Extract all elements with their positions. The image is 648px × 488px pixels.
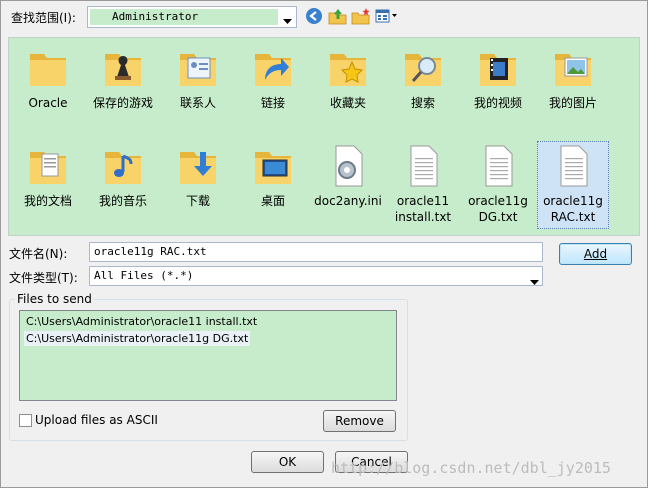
file-item[interactable]: 我的文档 [12, 142, 84, 209]
file-item-label: 我的图片 [548, 96, 597, 110]
file-item[interactable]: 我的图片 [537, 44, 609, 111]
file-item-label: 收藏夹 [329, 96, 366, 110]
filename-input[interactable]: oracle11g RAC.txt [89, 242, 543, 262]
file-item-label: 桌面 [260, 194, 285, 208]
filename-label: 文件名(N): [9, 247, 68, 261]
file-item-label: doc2any.ini [314, 194, 382, 208]
searches-folder-icon [405, 54, 441, 86]
file-item[interactable]: Oracle [12, 44, 84, 111]
up-folder-icon[interactable] [328, 7, 348, 27]
links-folder-icon [255, 54, 291, 86]
file-item[interactable]: 链接 [237, 44, 309, 111]
filetype-value: All Files (*.*) [94, 269, 194, 282]
file-item-label: 链接 [260, 96, 285, 110]
ok-button[interactable]: OK [251, 451, 324, 473]
desktop-folder-icon [255, 152, 291, 184]
file-item[interactable]: 收藏夹 [312, 44, 384, 111]
file-item-selected[interactable]: oracle11g RAC.txt [537, 141, 609, 229]
file-item[interactable]: 我的视频 [462, 44, 534, 111]
documents-folder-icon [30, 152, 66, 184]
list-item[interactable]: C:\Users\Administrator\oracle11 install.… [24, 314, 259, 329]
file-item[interactable]: 桌面 [237, 142, 309, 209]
file-item[interactable]: 下载 [162, 142, 234, 209]
file-item-label: oracle11g DG.txt [468, 194, 528, 224]
ascii-checkbox[interactable] [19, 414, 32, 427]
music-folder-icon [105, 152, 141, 184]
filetype-label: 文件类型(T): [9, 271, 78, 285]
add-button-label: Add [583, 247, 608, 261]
saved-games-folder-icon [105, 54, 141, 86]
settings-file-icon [335, 145, 363, 187]
back-icon[interactable] [305, 7, 325, 27]
filename-value: oracle11g RAC.txt [94, 245, 207, 258]
downloads-folder-icon [180, 152, 216, 184]
view-menu-icon[interactable] [375, 7, 397, 27]
files-to-send-list[interactable]: C:\Users\Administrator\oracle11 install.… [19, 310, 397, 401]
remove-button-label: Remove [335, 414, 384, 428]
text-file-icon [485, 145, 513, 187]
open-file-dialog: 查找范围(I): Administrator Oracle 保存的游戏 联系人 … [0, 0, 648, 488]
file-item-label: 搜索 [410, 96, 435, 110]
file-item[interactable]: oracle11 install.txt [387, 142, 459, 225]
videos-folder-icon [480, 54, 516, 86]
add-button[interactable]: Add [559, 243, 632, 265]
contacts-folder-icon [180, 54, 216, 86]
file-item[interactable]: doc2any.ini [312, 142, 384, 209]
chevron-down-icon[interactable] [530, 274, 539, 285]
new-folder-icon[interactable] [351, 7, 371, 27]
text-file-icon [560, 145, 588, 187]
file-item-label: 下载 [185, 194, 210, 208]
look-in-combo[interactable]: Administrator [87, 6, 297, 28]
remove-button[interactable]: Remove [323, 410, 396, 432]
files-to-send-title: Files to send [15, 292, 94, 306]
look-in-label: 查找范围(I): [11, 11, 76, 25]
filetype-select[interactable]: All Files (*.*) [89, 266, 543, 286]
file-item[interactable]: 搜索 [387, 44, 459, 111]
file-item-label: 我的视频 [473, 96, 522, 110]
ok-button-label: OK [278, 455, 297, 469]
file-list-pane[interactable]: Oracle 保存的游戏 联系人 链接 收藏夹 搜索 我的视频 我的图片 我的文… [8, 37, 640, 236]
look-in-value: Administrator [90, 9, 278, 25]
file-item-label: 联系人 [179, 96, 216, 110]
file-item-label: 保存的游戏 [92, 96, 153, 110]
list-item[interactable]: C:\Users\Administrator\oracle11g DG.txt [24, 331, 251, 346]
text-file-icon [410, 145, 438, 187]
favorites-folder-icon [330, 54, 366, 86]
file-item[interactable]: 保存的游戏 [87, 44, 159, 111]
watermark: http://blog.csdn.net/dbl_jy2015 [331, 459, 611, 477]
file-item-label: oracle11 install.txt [394, 194, 452, 224]
file-item[interactable]: oracle11g DG.txt [462, 142, 534, 225]
chevron-down-icon[interactable] [283, 14, 292, 28]
file-item-label: 我的音乐 [98, 194, 147, 208]
pictures-folder-icon [555, 54, 591, 86]
file-item-label: oracle11g RAC.txt [543, 194, 603, 224]
file-item[interactable]: 联系人 [162, 44, 234, 111]
folder-icon [30, 54, 66, 86]
ascii-checkbox-label: Upload files as ASCII [35, 413, 158, 427]
file-item-label: 我的文档 [23, 194, 72, 208]
file-item[interactable]: 我的音乐 [87, 142, 159, 209]
file-item-label: Oracle [28, 96, 68, 110]
